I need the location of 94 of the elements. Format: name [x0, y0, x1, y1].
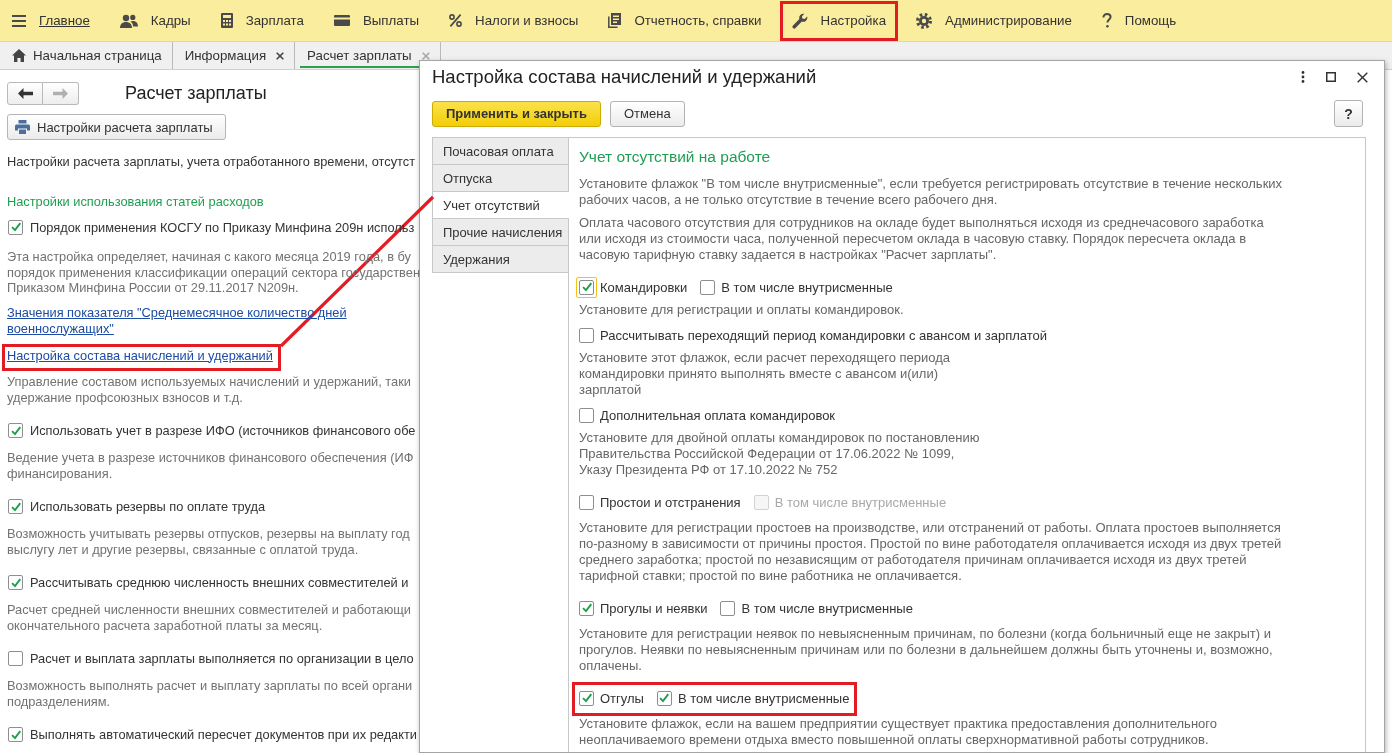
settings-link[interactable]: Значения показателя "Среднемесячное количество дней военнослужащих": [7, 304, 347, 337]
section-item[interactable]: Помощь: [1089, 0, 1189, 41]
section-item[interactable]: Зарплата: [208, 0, 316, 41]
side-tab[interactable]: Учет отсутствий: [432, 191, 569, 219]
check-icon: [9, 500, 22, 513]
setting-description: Установите для регистрации простоев на производстве, или отстранений от работы. Оплата простоев выполняется по-разному в зависимости от причины простоя. Простой по вине работодателя оплачивается исходя из двух третей среднего заработка; простой по независящим от работодателя причинам оплачивается исходя из двух третей тарифной ставки; простой по вине работника не оплачивается.: [579, 520, 1283, 584]
home-icon: [12, 49, 26, 62]
check-icon: [658, 692, 671, 704]
checkbox[interactable]: [579, 494, 594, 510]
checkbox[interactable]: [579, 690, 594, 706]
checkbox[interactable]: [8, 651, 23, 666]
gear-icon: [916, 12, 933, 29]
help-icon: [1101, 13, 1112, 28]
maximize-icon[interactable]: [1326, 72, 1336, 82]
setting-description: Возможность выполнять расчет и выплату зарплаты по всей органи подразделениям.: [7, 677, 414, 710]
menu-icon: [12, 14, 26, 27]
cancel-button[interactable]: Отмена: [609, 100, 685, 127]
checkbox[interactable]: [700, 279, 716, 295]
close-icon[interactable]: [276, 51, 285, 60]
checkbox-label[interactable]: Рассчитывать переходящий период командировки с авансом и зарплатой: [600, 327, 1048, 343]
card-icon: [333, 15, 350, 26]
checkbox-label[interactable]: Простои и отстранения: [600, 494, 741, 510]
check-icon: [9, 728, 22, 741]
checkbox-label[interactable]: Дополнительная оплата командировок: [600, 407, 836, 423]
checkbox[interactable]: [656, 690, 672, 706]
section-heading: Настройки использования статей расходов: [7, 194, 265, 210]
setting-description: Установите флажок, если на вашем предприятии существует практика предоставления дополнительного неоплачиваемого времени отдыха вместо повышенной оплаты сверхнормативной работы сотрудников.: [579, 716, 1218, 748]
help-button[interactable]: ?: [1334, 100, 1363, 127]
checkbox-label[interactable]: Использовать резервы по оплате труда: [30, 499, 266, 514]
checkbox-label[interactable]: Рассчитывать среднюю численность внешних совместителей и: [30, 575, 409, 590]
side-tab[interactable]: Удержания: [432, 245, 568, 273]
check-icon: [9, 576, 22, 589]
wrench-icon: [791, 12, 808, 29]
check-icon: [580, 602, 593, 614]
printer-icon: [15, 120, 30, 134]
checkbox-label[interactable]: Выполнять автоматический пересчет документов при их редакти: [30, 727, 417, 742]
panel-note: Установите флажок "В том числе внутрисменные", если требуется регистрировать отсутствие в течение нескольких рабочих часов, а не только отсутствие в течение всего рабочего дня.: [579, 176, 1284, 208]
dialog-title: Настройка состава начислений и удержаний: [432, 66, 817, 88]
section-item[interactable]: Налоги и взносы: [437, 0, 591, 41]
check-icon: [580, 692, 593, 704]
settings-button[interactable]: Настройки расчета зарплаты: [7, 114, 226, 140]
checkbox[interactable]: [8, 499, 23, 514]
checkbox[interactable]: [8, 727, 23, 742]
check-icon: [9, 221, 22, 233]
check-icon: [580, 281, 593, 293]
side-tab[interactable]: Отпуска: [432, 164, 568, 192]
checkbox[interactable]: [579, 600, 594, 616]
people-icon: [119, 13, 138, 28]
arrow-right-icon: [53, 88, 68, 99]
percent-icon: [449, 14, 463, 27]
setting-description: Установите этот флажок, если расчет переходящего периода командировки принято выполнять вместе с авансом и(или) зарплатой: [579, 350, 951, 398]
checkbox-label[interactable]: Прогулы и неявки: [600, 600, 708, 616]
checkbox[interactable]: [579, 327, 594, 343]
apply-button[interactable]: Применить и закрыть: [432, 100, 601, 127]
checkbox-label[interactable]: В том числе внутрисменные: [677, 690, 850, 706]
checkbox-label[interactable]: В том числе внутрисменные: [741, 600, 913, 616]
page-title: Расчет зарплаты: [125, 83, 267, 104]
section-item[interactable]: Администрирование: [904, 0, 1084, 41]
section-item[interactable]: Настройка: [779, 0, 899, 41]
panel-heading: Учет отсутствий на работе: [579, 147, 772, 167]
checkbox[interactable]: [8, 219, 23, 235]
setting-description: Установите для регистрации неявок по невыясненным причинам, по болезни (когда больничный еще не закрыт) и прогулов. Неявки по невыясненным причинам или по болезни в дальнейшем должны быть уточнены и, возможно, оплачены.: [579, 626, 1274, 674]
checkbox[interactable]: [720, 600, 736, 616]
checkbox-label[interactable]: Расчет и выплата зарплаты выполняется по организации в цело: [30, 651, 414, 666]
setting-description: Расчет средней численности внешних совместителей и работающи окончательного расчета заработной платы за месяц.: [7, 601, 412, 634]
documents-icon: [608, 13, 622, 28]
checkbox[interactable]: [8, 575, 23, 590]
checkbox-label[interactable]: Отгулы: [600, 690, 644, 706]
setting-description: Возможность учитывать резервы отпусков, резервы на выплату год выслугу лет и другие резервы, связанные с оплатой труда.: [7, 525, 411, 558]
arrow-left-icon: [17, 88, 33, 99]
side-tab[interactable]: Почасовая оплата: [432, 137, 568, 165]
section-item[interactable]: Кадры: [107, 0, 203, 41]
checkbox[interactable]: [579, 407, 594, 423]
side-tab[interactable]: Прочие начисления: [432, 218, 568, 246]
more-icon[interactable]: [1301, 71, 1305, 83]
tab[interactable]: Начальная страница: [0, 42, 173, 69]
section-item[interactable]: Отчетность, справки: [596, 0, 774, 41]
back-button[interactable]: [7, 82, 43, 105]
setting-description: Установите для двойной оплаты командировок по постановлению Правительства Российской Федерации от 17.06.2022 № 1099, Указу Президента РФ от 17.10.2022 № 752: [579, 430, 981, 478]
checkbox-label[interactable]: Использовать учет в разрезе ИФО (источников финансового обе: [30, 423, 416, 438]
setting-description: Установите для регистрации и оплаты командировок.: [579, 302, 905, 318]
section-item[interactable]: Выплаты: [321, 0, 432, 41]
checkbox-label[interactable]: В том числе внутрисменные: [721, 279, 893, 295]
section-item[interactable]: Главное: [0, 0, 102, 41]
calculator-icon: [220, 13, 233, 28]
checkbox[interactable]: [8, 423, 23, 438]
setting-description: Ведение учета в разрезе источников финансового обеспечения (ИФ финансирования.: [7, 449, 415, 482]
checkbox-label[interactable]: Командировки: [600, 279, 688, 295]
check-icon: [9, 424, 22, 437]
page-description: Настройки расчета зарплаты, учета отработанного времени, отсутст: [7, 154, 417, 170]
close-icon[interactable]: [1357, 71, 1368, 83]
setting-description: Управление составом используемых начислений и удержаний, таки удержание профсоюзных взносов и т.д.: [7, 373, 412, 406]
settings-link[interactable]: Настройка состава начислений и удержаний: [7, 347, 273, 364]
panel-note: Оплата часового отсутствия для сотрудников на окладе будет выполняться исходя из среднечасового заработка или исходя из стоимости часа, полученной пересчетом оклада в часовую ставку. Порядок пересчета оклада в часовую тарифную ставку задается в настройках "Расчет зарплаты".: [579, 215, 1265, 263]
